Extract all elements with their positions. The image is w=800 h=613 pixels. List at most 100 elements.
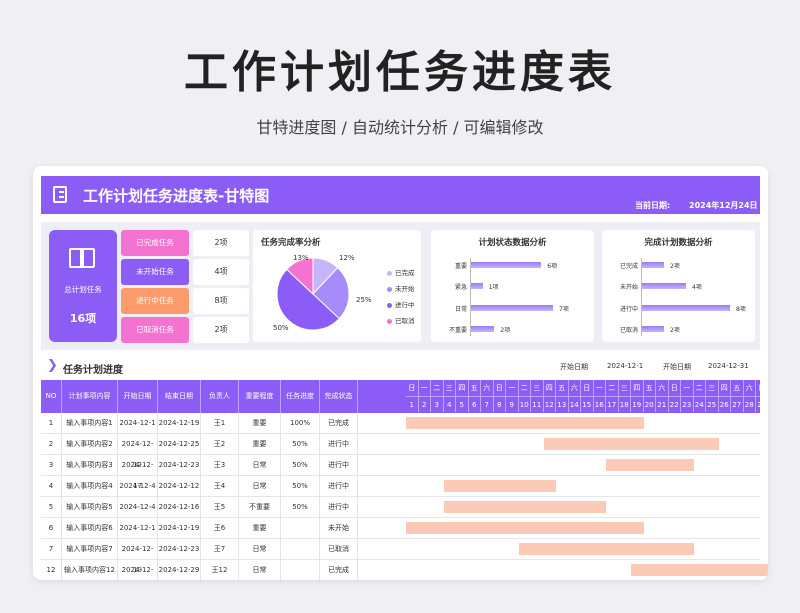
bar-value: 2项 — [670, 263, 680, 270]
bar-value: 2项 — [500, 327, 511, 334]
table-cell-owner: 王1 — [201, 413, 239, 434]
completion-data-title: 完成计划数据分析 — [644, 238, 713, 248]
column-header: NO — [41, 380, 62, 413]
plan-status-panel: 计划状态数据分析 重要 6项 紧急 1项 日常 7项 不重要 2项 — [431, 230, 594, 342]
legend-done: 已完成 — [387, 267, 415, 277]
table-cell-end: 2024-12-19 — [158, 413, 201, 434]
weekday-header: 四 — [631, 380, 644, 396]
table-cell-importance: 日常 — [239, 560, 281, 580]
day-header: 26 — [718, 396, 731, 412]
bar-row: 未开始 4项 — [608, 281, 758, 291]
table-cell-content: 输入事项内容7 — [62, 539, 118, 560]
completion-data-panel: 完成计划数据分析 已完成 2项 未开始 4项 进行中 8项 已取消 2项 — [602, 230, 755, 342]
day-header: 22 — [668, 396, 681, 412]
weekday-header: 五 — [469, 380, 481, 396]
table-cell-progress: 50% — [281, 434, 320, 455]
table-cell-owner: 王7 — [201, 539, 239, 560]
table-cell-content: 输入事项内容4 — [62, 476, 118, 497]
table-cell-no: 3 — [41, 455, 62, 476]
table-cell-no: 2 — [41, 434, 62, 455]
day-header: 3 — [431, 396, 444, 412]
weekday-header: 三 — [531, 380, 544, 396]
day-header: 1 — [406, 396, 419, 412]
table-cell-content: 输入事项内容5 — [62, 497, 118, 518]
table-header: NO 计划事项内容 开始日期 结束日期 负责人 重要程度 任务进度 完成状态日一二三四五六日一… — [41, 380, 768, 413]
day-header: 25 — [706, 396, 719, 412]
status-chip: 未开始任务 — [121, 259, 189, 285]
gantt-bar — [631, 564, 768, 576]
table-cell-status: 已完成 — [320, 560, 358, 580]
bar-label: 未开始 — [619, 284, 638, 291]
table-cell-owner: 王6 — [201, 518, 239, 539]
table-cell-start: 2024-12-4 — [118, 476, 158, 497]
table-cell-start: 2024-12-19 — [118, 560, 158, 580]
total-value: 16项 — [69, 312, 97, 325]
table-cell-content: 输入事项内容2 — [62, 434, 118, 455]
day-header: 21 — [656, 396, 669, 412]
column-header: 负责人 — [201, 380, 239, 413]
table-cell-content: 输入事项内容3 — [62, 455, 118, 476]
bar-row: 日常 7项 — [437, 303, 587, 313]
table-row: 6 输入事项内容6 2024-12-1 2024-12-19 王6 重要 未开始 — [41, 518, 760, 539]
start-date-label: 开始日期 — [560, 363, 588, 371]
bar-value: 4项 — [692, 284, 702, 291]
day-header: 5 — [456, 396, 469, 412]
table-cell-content: 输入事项内容1 — [62, 413, 118, 434]
bar-mark — [642, 326, 664, 332]
table-cell-importance: 重要 — [239, 518, 281, 539]
bar-value: 7项 — [559, 306, 569, 313]
column-header: 开始日期 — [118, 380, 158, 413]
weekday-header: 一 — [419, 380, 431, 396]
day-header: 7 — [481, 396, 494, 412]
section-header: ❯ 任务计划进度 开始日期 2024-12-1 开始日期 2024-12-31 — [41, 356, 760, 378]
day-header: 6 — [468, 396, 481, 412]
table-row: 5 输入事项内容5 2024-12-4 2024-12-16 王5 不重要 50% 进行中 — [41, 497, 760, 518]
table-cell-progress — [281, 560, 320, 580]
day-header: 17 — [606, 396, 619, 412]
bar-row: 重要 6项 — [437, 260, 587, 270]
bar-mark — [471, 283, 483, 289]
total-label: 总计划任务 — [64, 285, 102, 294]
table-cell-status: 已完成 — [320, 413, 358, 434]
end-date-value: 2024-12-31 — [708, 362, 749, 370]
weekday-header: 日 — [494, 380, 506, 396]
gantt-bar — [518, 543, 694, 555]
table-cell-owner: 王2 — [201, 434, 239, 455]
pie-slice-label: 25% — [356, 296, 372, 304]
weekday-header: 二 — [694, 380, 706, 396]
table-cell-importance: 日常 — [239, 476, 281, 497]
table-cell-end: 2024-12-23 — [158, 455, 201, 476]
table-row: 3 输入事项内容3 2024-12-17 2024-12-23 王3 日常 50% 进行中 — [41, 455, 760, 490]
date-label: 当前日期: — [635, 201, 671, 210]
table-cell-progress: 100% — [281, 413, 320, 434]
table-cell-no: 7 — [41, 539, 62, 560]
status-count: 4项 — [193, 259, 249, 285]
table-cell-importance: 日常 — [239, 455, 281, 476]
weekday-header: 四 — [719, 380, 731, 396]
table-cell-importance: 重要 — [239, 434, 281, 455]
bar-label: 紧急 — [454, 284, 467, 291]
weekday-header: 三 — [619, 380, 631, 396]
table-cell-importance: 日常 — [239, 539, 281, 560]
document-icon — [53, 186, 67, 203]
day-header: 8 — [493, 396, 506, 412]
status-chip: 已取消任务 — [121, 317, 189, 343]
table-cell-progress: 50% — [281, 455, 320, 476]
table-cell-progress — [281, 518, 320, 539]
column-header: 重要程度 — [239, 380, 281, 413]
book-icon — [69, 248, 97, 270]
stats-area: 总计划任务 16项 已完成任务 2项 未开始任务 4项 进行中任务 8项 已取消… — [41, 222, 760, 350]
table-cell-importance: 不重要 — [239, 497, 281, 518]
section-title: 任务计划进度 — [63, 365, 123, 376]
bar-row: 已完成 2项 — [608, 260, 758, 270]
bar-label: 重要 — [454, 263, 467, 270]
day-header: 18 — [618, 396, 631, 412]
bar-value: 8项 — [736, 306, 746, 313]
start-date-value: 2024-12-1 — [607, 362, 644, 370]
gantt-bar — [543, 438, 719, 450]
day-header: 20 — [643, 396, 656, 412]
table-cell-start: 2024-12-1 — [118, 413, 158, 434]
sheet-header: 工作计划任务进度表-甘特图 当前日期: 2024年12月24日 — [41, 176, 760, 214]
gantt-bar — [606, 459, 694, 471]
bar-mark — [642, 283, 686, 289]
